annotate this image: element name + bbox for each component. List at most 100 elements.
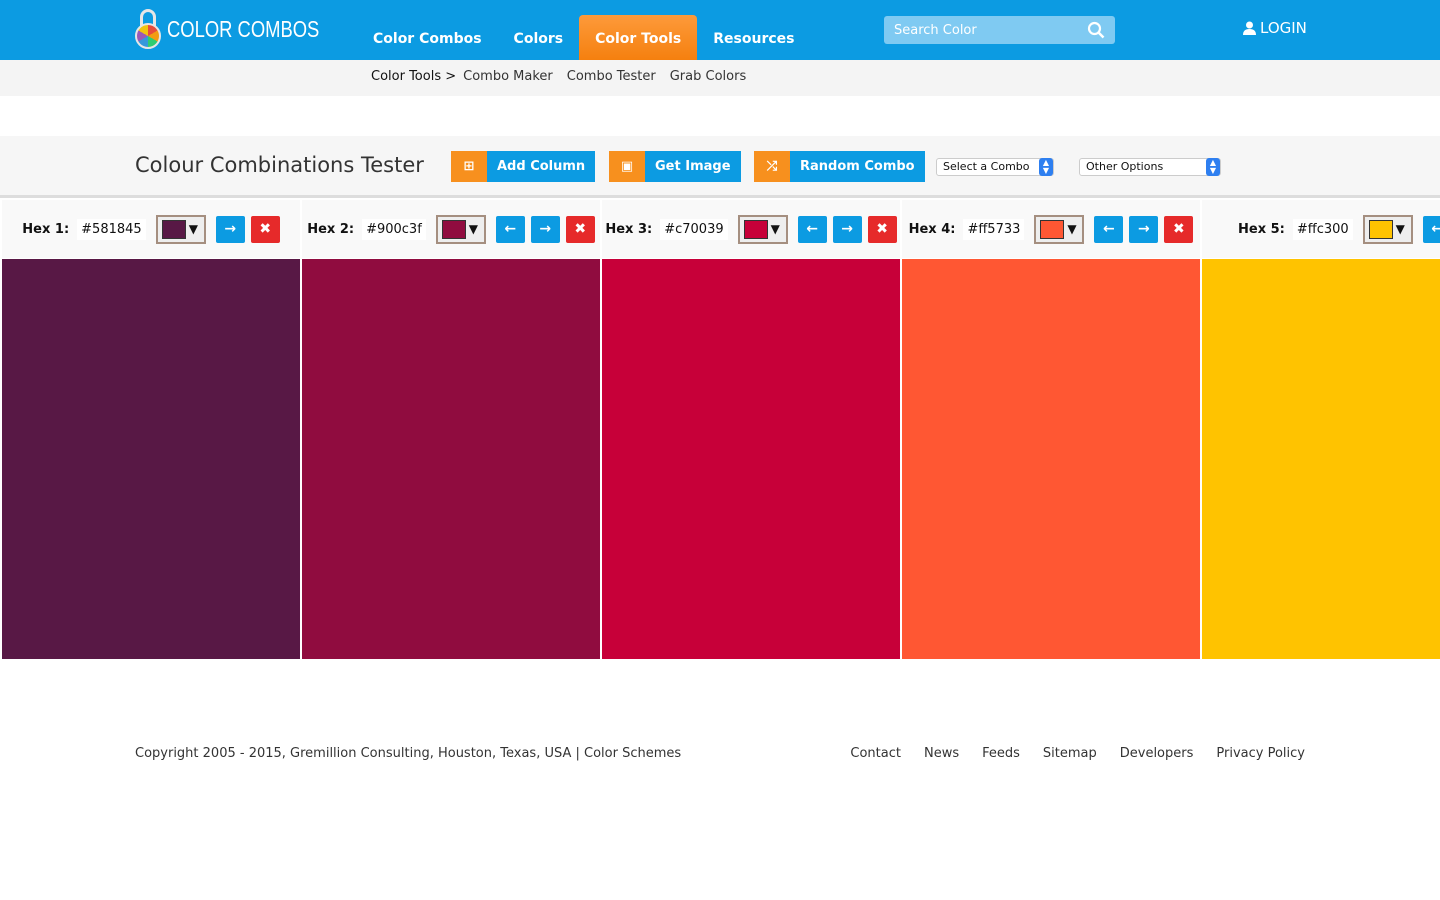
main-nav: Color Combos Colors Color Tools Resource… [357,15,810,60]
remove-column-button[interactable]: ✖ [1164,215,1194,243]
add-column-label: Add Column [487,151,596,182]
remove-column-button[interactable]: ✖ [867,215,897,243]
close-icon: ✖ [876,221,888,237]
color-picker[interactable]: ▼ [435,214,486,244]
arrow-left-icon: ← [504,221,517,237]
copyright: Copyright 2005 - 2015, Gremillion Consul… [135,746,682,761]
column-header: Hex 4: #ff5733 ▼ ← → ✖ [902,200,1200,258]
arrow-left-icon: ← [806,221,818,237]
move-right-button[interactable]: → [215,215,245,243]
footer-link-privacy[interactable]: Privacy Policy [1216,746,1305,761]
color-swatch [2,259,300,659]
lock-logo-icon [135,9,161,49]
footer-link-sitemap[interactable]: Sitemap [1043,746,1097,761]
footer-link-news[interactable]: News [924,746,959,761]
color-picker[interactable]: ▼ [737,214,788,244]
nav-color-combos[interactable]: Color Combos [357,15,498,60]
arrow-right-icon: → [539,221,552,237]
subnav-grab-colors[interactable]: Grab Colors [670,69,746,84]
select-arrows-icon: ▲ ▼ [1206,158,1220,176]
hex-input[interactable]: #581845 [77,218,146,240]
color-column: Hex 5: #ffc300 ▼←✖ [1202,200,1440,659]
color-preview [1040,219,1065,239]
hex-label: Hex 5: [1238,221,1285,237]
color-swatch [1202,259,1440,659]
color-swatch [902,259,1200,659]
subnav-combo-tester[interactable]: Combo Tester [567,69,656,84]
column-header: Hex 2: #900c3f ▼ ← → ✖ [302,200,600,258]
get-image-button[interactable]: ▣ Get Image [609,151,741,182]
remove-column-button[interactable]: ✖ [565,215,595,243]
search-icon[interactable] [1087,21,1105,39]
nav-resources[interactable]: Resources [697,15,810,60]
hex-input[interactable]: #ffc300 [1292,218,1353,240]
footer-link-feeds[interactable]: Feeds [982,746,1020,761]
login-label: LOGIN [1260,19,1307,37]
move-left-button[interactable]: ← [1094,215,1124,243]
close-icon: ✖ [259,221,272,237]
footer-links: Contact News Feeds Sitemap Developers Pr… [850,746,1305,761]
nav-colors[interactable]: Colors [498,15,580,60]
column-header: Hex 1: #581845 ▼ → ✖ [2,200,300,258]
remove-column-button[interactable]: ✖ [250,215,280,243]
color-picker[interactable]: ▼ [1362,214,1413,244]
search-placeholder: Search Color [894,22,977,38]
get-image-label: Get Image [645,151,741,182]
hex-input[interactable]: #c70039 [660,218,728,240]
color-preview [743,219,768,239]
column-header: Hex 3: #c70039 ▼ ← → ✖ [602,200,900,258]
dropdown-triangle-icon: ▼ [1067,222,1077,236]
tester-toolbar: Colour Combinations Tester ⊞ Add Column ▣… [0,136,1440,198]
search-input[interactable]: Search Color [884,16,1115,44]
close-icon: ✖ [574,221,587,237]
dropdown-triangle-icon: ▼ [770,222,780,236]
hex-label: Hex 3: [605,221,653,237]
color-column: Hex 3: #c70039 ▼ ← → ✖ [602,200,900,659]
logo[interactable]: COLOR COMBOS [135,9,357,49]
footer-link-contact[interactable]: Contact [850,746,901,761]
move-right-button[interactable]: → [1129,215,1159,243]
move-left-button[interactable]: ← [1422,215,1440,243]
other-options-dropdown[interactable]: Other Options ▲ ▼ [1079,158,1221,176]
user-icon [1243,21,1256,35]
color-swatch [602,259,900,659]
color-preview [161,219,186,239]
random-combo-label: Random Combo [790,151,925,182]
dropdown-triangle-icon: ▼ [1395,222,1405,236]
other-options-value: Other Options [1086,160,1164,173]
hex-label: Hex 2: [307,221,355,237]
color-picker[interactable]: ▼ [155,214,206,244]
hex-input[interactable]: #ff5733 [963,218,1025,240]
page-title: Colour Combinations Tester [135,153,424,177]
arrow-left-icon: ← [1103,221,1115,237]
login-button[interactable]: LOGIN [1243,19,1307,37]
hex-label: Hex 1: [22,221,70,237]
color-column: Hex 1: #581845 ▼ → ✖ [2,200,300,659]
arrow-right-icon: → [841,221,853,237]
hex-input[interactable]: #900c3f [362,218,426,240]
move-left-button[interactable]: ← [495,215,525,243]
breadcrumb: Color Tools > Combo Maker Combo Tester G… [0,60,1440,96]
move-left-button[interactable]: ← [797,215,827,243]
hex-label: Hex 4: [908,221,956,237]
color-picker[interactable]: ▼ [1034,214,1085,244]
random-combo-button[interactable]: ⤮ Random Combo [754,151,925,182]
move-right-button[interactable]: → [530,215,560,243]
add-column-button[interactable]: ⊞ Add Column [451,151,596,182]
nav-color-tools[interactable]: Color Tools [579,15,698,60]
color-column: Hex 2: #900c3f ▼ ← → ✖ [302,200,600,659]
close-icon: ✖ [1173,221,1185,237]
plus-square-icon: ⊞ [451,151,487,182]
top-navbar: COLOR COMBOS Color Combos Colors Color T… [0,0,1440,60]
select-combo-dropdown[interactable]: Select a Combo ▲ ▼ [936,158,1054,176]
select-combo-value: Select a Combo [943,160,1030,173]
arrow-left-icon: ← [1431,221,1440,237]
logo-text: COLOR COMBOS [167,15,320,42]
move-right-button[interactable]: → [832,215,862,243]
color-swatch [302,259,600,659]
image-icon: ▣ [609,151,645,182]
color-preview [1368,219,1393,239]
subnav-combo-maker[interactable]: Combo Maker [463,69,553,84]
color-column: Hex 4: #ff5733 ▼ ← → ✖ [902,200,1200,659]
footer-link-developers[interactable]: Developers [1120,746,1194,761]
